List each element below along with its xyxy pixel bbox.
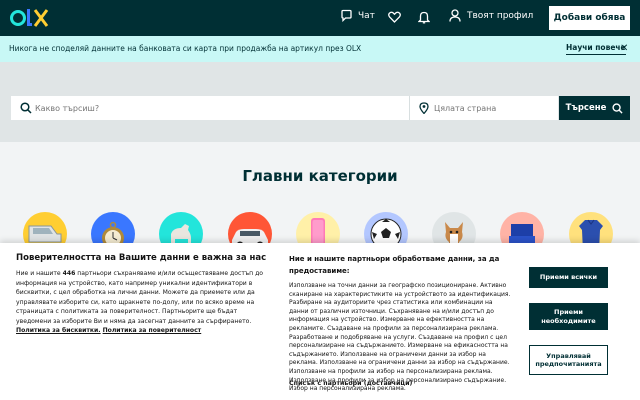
user-icon [449,9,461,22]
chat-label: Чат [358,10,375,21]
search-box[interactable] [11,96,409,120]
profile-label: Твоят профил [467,10,534,21]
consent-body-text: партньори съхраняваме и/или осъществявам… [16,270,264,325]
notice-text: Никога не споделяй данните на банковата … [9,44,362,53]
location-input[interactable] [434,96,554,120]
bell-icon[interactable] [418,10,430,24]
heart-icon[interactable] [388,11,401,23]
privacy-policy-link[interactable]: Политика за поверителност [103,327,202,334]
cookie-policy-link[interactable]: Политика за бисквитки. [16,327,101,334]
location-pin-icon [419,102,429,114]
search-input[interactable] [35,96,405,120]
accept-necessary-button[interactable]: Приеми необходимите [529,303,608,330]
profile-link[interactable]: Твоят профил [449,9,533,22]
partners-list-link[interactable]: Списък с партньори (доставчици) [289,380,412,387]
consent-body-intro: Ние и нашите [16,270,63,277]
safety-notice-bar: Никога не споделяй данните на банковата … [0,36,640,62]
consent-title: Поверителността на Вашите данни е важна … [16,253,267,263]
manage-preferences-button[interactable]: Управлявай предпочитанията [529,345,608,375]
categories-title: Главни категории [242,167,398,185]
partner-count: 446 [62,270,76,277]
search-icon [612,102,623,114]
purposes-text: Използване на точни данни за географско … [289,282,511,393]
search-button[interactable]: Търсене [559,96,630,120]
olx-logo[interactable] [10,7,50,29]
learn-more-link[interactable]: Научи повече [566,43,626,55]
add-listing-button[interactable]: Добави обява [549,6,630,30]
purposes-heading: Ние и нашите партньори обработваме данни… [289,255,500,275]
location-box[interactable] [409,96,558,120]
accept-all-button[interactable]: Приеми всички [529,267,608,288]
search-icon [20,102,32,114]
chat-bubble-icon [341,9,352,22]
close-icon[interactable]: ✕ [620,43,628,54]
consent-body: Ние и нашите 446 партньори съхраняваме и… [16,269,268,336]
top-navigation-bar: Чат Твоят профил Добави обява [0,0,640,36]
search-button-label: Търсене [565,103,607,113]
chat-link[interactable]: Чат [340,9,375,22]
